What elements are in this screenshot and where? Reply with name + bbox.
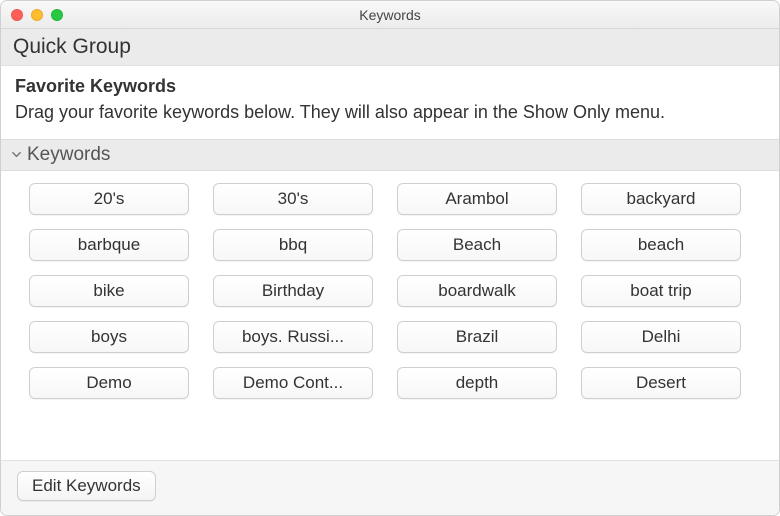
favorites-dropzone[interactable]: Favorite Keywords Drag your favorite key…: [1, 66, 779, 139]
quick-group-header: Quick Group: [1, 29, 779, 66]
chevron-down-icon: [9, 148, 23, 162]
keywords-section-header[interactable]: Keywords: [1, 139, 779, 171]
window-title: Keywords: [1, 7, 779, 23]
keyword-button[interactable]: backyard: [581, 183, 741, 215]
keywords-scroll-area[interactable]: 20's 30's Arambol backyard barbque bbq B…: [1, 171, 779, 460]
favorites-title: Favorite Keywords: [15, 74, 765, 98]
close-button[interactable]: [11, 9, 23, 21]
favorites-description: Drag your favorite keywords below. They …: [15, 100, 765, 124]
keywords-grid: 20's 30's Arambol backyard barbque bbq B…: [29, 183, 759, 399]
keywords-window: Keywords Quick Group Favorite Keywords D…: [0, 0, 780, 516]
keyword-button[interactable]: Demo Cont...: [213, 367, 373, 399]
keyword-button[interactable]: Arambol: [397, 183, 557, 215]
traffic-lights: [1, 9, 63, 21]
keyword-button[interactable]: 30's: [213, 183, 373, 215]
keyword-button[interactable]: boat trip: [581, 275, 741, 307]
zoom-button[interactable]: [51, 9, 63, 21]
keyword-button[interactable]: 20's: [29, 183, 189, 215]
minimize-button[interactable]: [31, 9, 43, 21]
keyword-button[interactable]: Desert: [581, 367, 741, 399]
keyword-button[interactable]: Delhi: [581, 321, 741, 353]
keyword-button[interactable]: Brazil: [397, 321, 557, 353]
keyword-button[interactable]: depth: [397, 367, 557, 399]
keyword-button[interactable]: boardwalk: [397, 275, 557, 307]
window-footer: Edit Keywords: [1, 460, 779, 515]
window-titlebar[interactable]: Keywords: [1, 1, 779, 29]
keyword-button[interactable]: boys. Russi...: [213, 321, 373, 353]
keyword-button[interactable]: Birthday: [213, 275, 373, 307]
keyword-button[interactable]: Beach: [397, 229, 557, 261]
keyword-button[interactable]: bike: [29, 275, 189, 307]
keyword-button[interactable]: Demo: [29, 367, 189, 399]
keywords-section-label: Keywords: [27, 144, 110, 166]
keyword-button[interactable]: barbque: [29, 229, 189, 261]
keyword-button[interactable]: beach: [581, 229, 741, 261]
edit-keywords-button[interactable]: Edit Keywords: [17, 471, 156, 501]
keyword-button[interactable]: boys: [29, 321, 189, 353]
keyword-button[interactable]: bbq: [213, 229, 373, 261]
